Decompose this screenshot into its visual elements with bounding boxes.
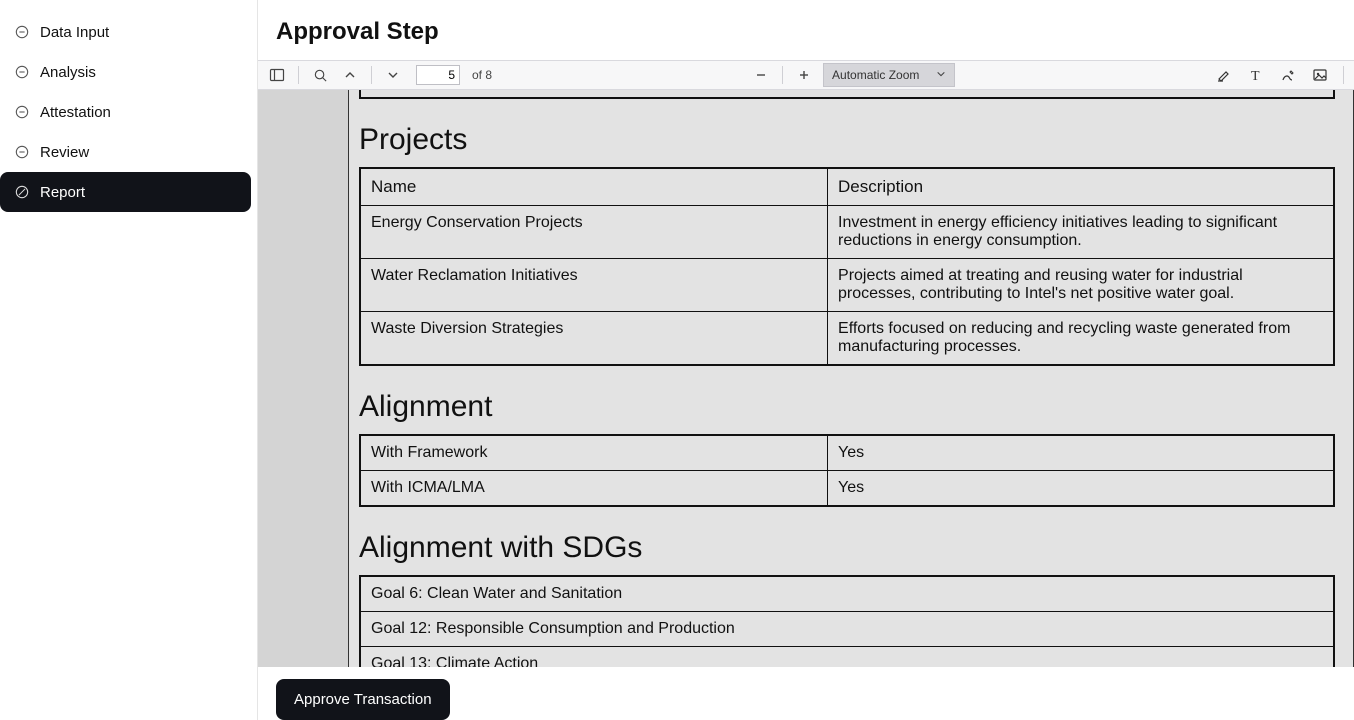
svg-text:T: T <box>1251 69 1260 83</box>
highlight-icon[interactable] <box>1213 64 1235 86</box>
toolbar-separator <box>371 66 372 84</box>
next-page-icon[interactable] <box>382 64 404 86</box>
sidebar-item-analysis[interactable]: Analysis <box>0 52 253 92</box>
section-projects: Projects Name Description Energy Conserv… <box>349 99 1345 366</box>
cell-value: Yes <box>828 471 1334 507</box>
toolbar-separator <box>1343 66 1344 84</box>
table-row: Goal 12: Responsible Consumption and Pro… <box>360 612 1334 647</box>
approve-transaction-button[interactable]: Approve Transaction <box>276 679 450 720</box>
zoom-select[interactable]: Automatic Zoom <box>823 63 955 87</box>
main-panel: Approval Step of 8 Automatic Zoom <box>258 0 1354 720</box>
col-header-description: Description <box>828 168 1334 206</box>
draw-icon[interactable] <box>1277 64 1299 86</box>
sidebar-item-label: Report <box>40 184 85 201</box>
toolbar-separator <box>298 66 299 84</box>
sidebar-item-label: Data Input <box>40 24 109 41</box>
table-row: Waste Diversion Strategies Efforts focus… <box>360 312 1334 366</box>
section-title: Projects <box>359 99 1335 167</box>
table-header-row: Name Description <box>360 168 1334 206</box>
cell-description: Efforts focused on reducing and recyclin… <box>828 312 1334 366</box>
table-row: With ICMA/LMA Yes <box>360 471 1334 507</box>
search-icon[interactable] <box>309 64 331 86</box>
page-total-label: of 8 <box>472 68 492 82</box>
sidebar-item-attestation[interactable]: Attestation <box>0 92 253 132</box>
section-title: Alignment <box>359 366 1335 434</box>
sidebar-item-report[interactable]: Report <box>0 172 251 212</box>
zoom-out-icon[interactable] <box>750 64 772 86</box>
cell-item: Goal 13: Climate Action <box>360 647 1334 668</box>
alignment-table: With Framework Yes With ICMA/LMA Yes <box>359 434 1335 507</box>
text-icon[interactable]: T <box>1245 64 1267 86</box>
pdf-toolbar: of 8 Automatic Zoom T <box>258 60 1354 90</box>
toolbar-separator <box>782 66 783 84</box>
minus-circle-icon <box>14 64 30 80</box>
section-alignment: Alignment With Framework Yes With ICMA/L… <box>349 366 1345 507</box>
table-row: Goal 13: Climate Action <box>360 647 1334 668</box>
projects-table: Name Description Energy Conservation Pro… <box>359 167 1335 366</box>
prev-page-icon[interactable] <box>339 64 361 86</box>
cell-description: Investment in energy efficiency initiati… <box>828 206 1334 259</box>
cell-description: Projects aimed at treating and reusing w… <box>828 259 1334 312</box>
page-number-input[interactable] <box>416 65 460 85</box>
zoom-in-icon[interactable] <box>793 64 815 86</box>
sidebar: Data Input Analysis Attestation Review R… <box>0 0 258 720</box>
image-icon[interactable] <box>1309 64 1331 86</box>
page-title: Approval Step <box>258 0 1354 60</box>
cell-key: With ICMA/LMA <box>360 471 828 507</box>
cell-key: With Framework <box>360 435 828 471</box>
cell-name: Water Reclamation Initiatives <box>360 259 828 312</box>
minus-circle-icon <box>14 144 30 160</box>
section-sdgs: Alignment with SDGs Goal 6: Clean Water … <box>349 507 1345 667</box>
sidebar-item-label: Analysis <box>40 64 96 81</box>
chevron-down-icon <box>936 68 946 82</box>
pdf-viewport[interactable]: Projects Name Description Energy Conserv… <box>258 90 1354 667</box>
sidebar-item-data-input[interactable]: Data Input <box>0 12 253 52</box>
partial-table-strip <box>359 90 1335 99</box>
cell-name: Energy Conservation Projects <box>360 206 828 259</box>
slash-circle-icon <box>14 184 30 200</box>
pdf-page: Projects Name Description Energy Conserv… <box>348 90 1354 667</box>
cell-value: Yes <box>828 435 1334 471</box>
sdgs-table: Goal 6: Clean Water and Sanitation Goal … <box>359 575 1335 667</box>
sidebar-item-label: Attestation <box>40 104 111 121</box>
zoom-select-label: Automatic Zoom <box>832 68 919 82</box>
section-title: Alignment with SDGs <box>359 507 1335 575</box>
table-row: Goal 6: Clean Water and Sanitation <box>360 576 1334 612</box>
table-row: With Framework Yes <box>360 435 1334 471</box>
cell-item: Goal 12: Responsible Consumption and Pro… <box>360 612 1334 647</box>
col-header-name: Name <box>360 168 828 206</box>
annotation-tools: T <box>1213 64 1346 86</box>
minus-circle-icon <box>14 24 30 40</box>
minus-circle-icon <box>14 104 30 120</box>
sidebar-item-review[interactable]: Review <box>0 132 253 172</box>
cell-item: Goal 6: Clean Water and Sanitation <box>360 576 1334 612</box>
cell-name: Waste Diversion Strategies <box>360 312 828 366</box>
toggle-sidebar-icon[interactable] <box>266 64 288 86</box>
sidebar-item-label: Review <box>40 144 89 161</box>
table-row: Energy Conservation Projects Investment … <box>360 206 1334 259</box>
approve-bar: Approve Transaction <box>258 667 1354 720</box>
table-row: Water Reclamation Initiatives Projects a… <box>360 259 1334 312</box>
